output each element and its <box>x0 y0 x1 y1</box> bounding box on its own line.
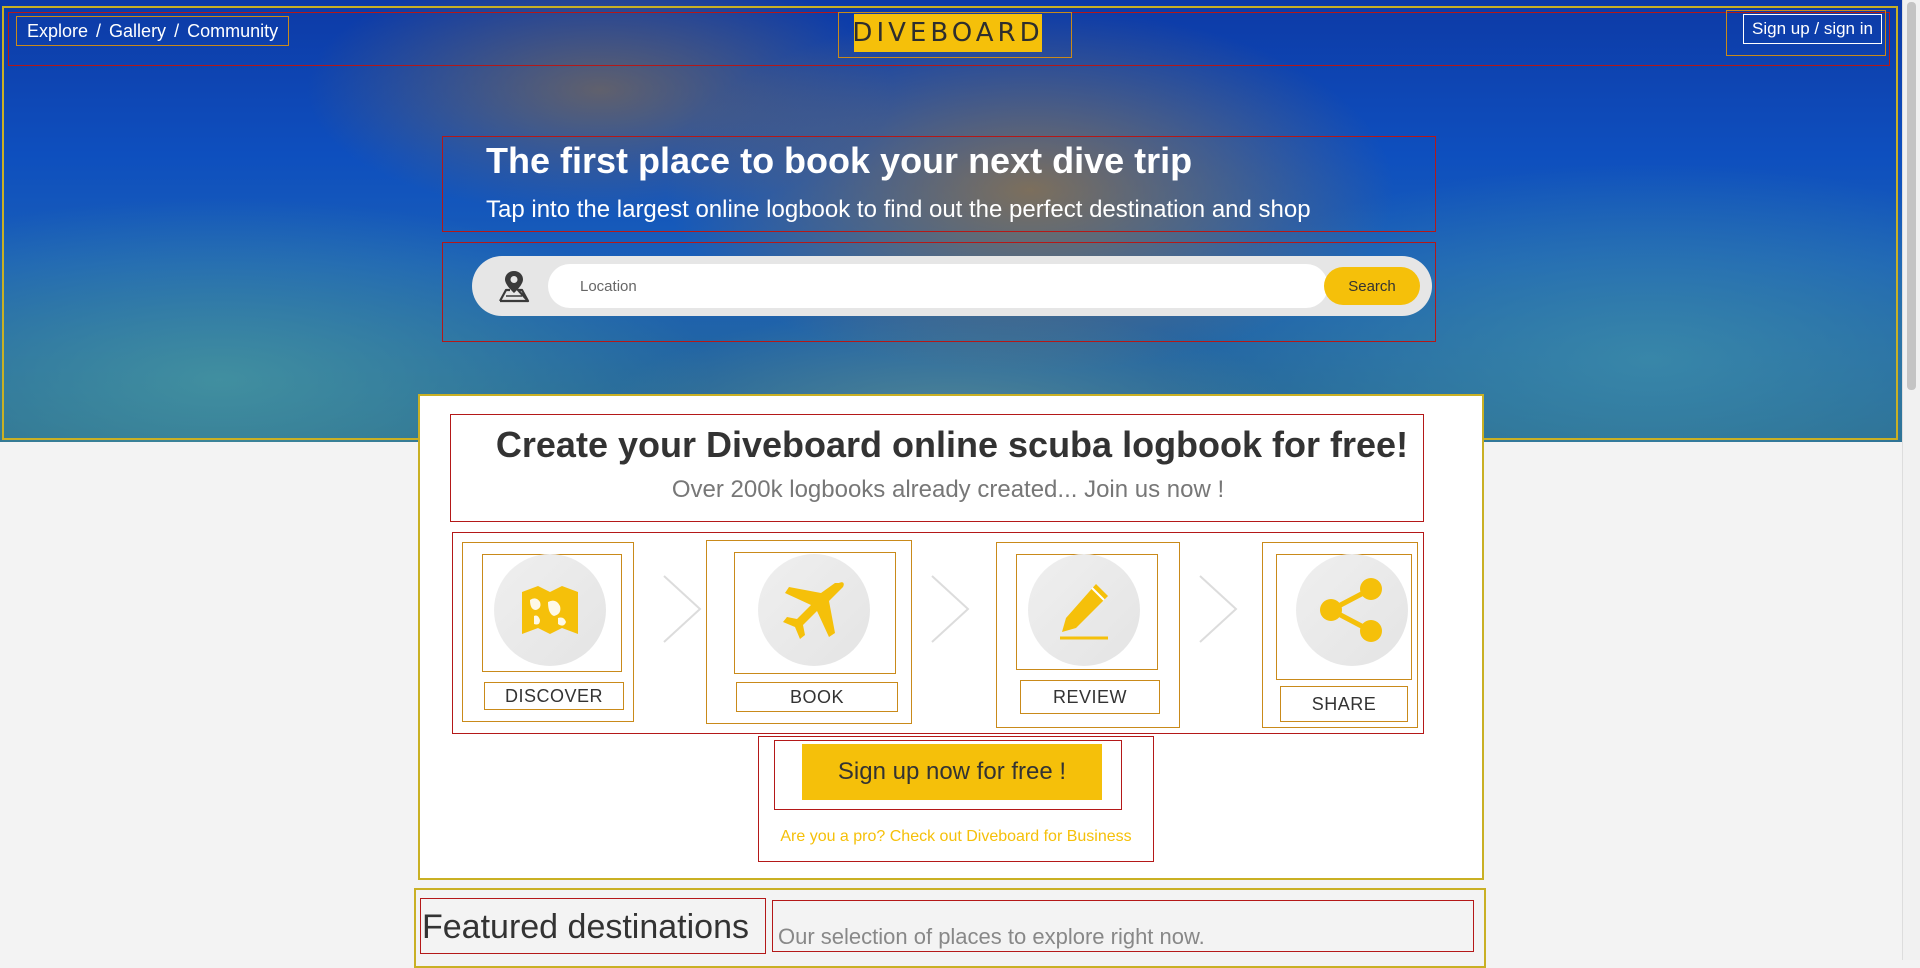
nav-explore-link[interactable]: Explore <box>27 21 88 42</box>
nav-separator: / <box>174 20 180 41</box>
hero-title: The first place to book your next dive t… <box>486 140 1193 181</box>
share-icon <box>1320 578 1382 642</box>
hero-subtitle: Tap into the largest online logbook to f… <box>486 196 1311 223</box>
signin-container: Sign up / sign in <box>1726 10 1886 56</box>
hero-banner: Explore / Gallery / Community DIVEBOARD … <box>0 0 1902 442</box>
step-book-label[interactable]: BOOK <box>736 682 898 712</box>
nav-separator: / <box>96 20 102 41</box>
search-bar: Search <box>472 256 1432 316</box>
step-share-circle <box>1296 554 1408 666</box>
step-share-label[interactable]: SHARE <box>1280 686 1408 722</box>
location-search-input[interactable] <box>548 264 1328 308</box>
signin-button[interactable]: Sign up / sign in <box>1743 14 1882 44</box>
map-icon <box>522 586 578 634</box>
map-pin-icon <box>499 271 530 303</box>
chevron-right-icon <box>931 575 970 643</box>
chevron-right-icon <box>1199 575 1238 643</box>
step-review-circle <box>1028 554 1140 666</box>
business-link[interactable]: Are you a pro? Check out Diveboard for B… <box>758 828 1154 846</box>
nav-links: Explore / Gallery / Community <box>16 16 290 46</box>
step-discover-circle <box>494 554 606 666</box>
step-book-circle <box>758 554 870 666</box>
airplane-icon <box>783 582 844 639</box>
pencil-icon <box>1060 584 1108 640</box>
nav-community-link[interactable]: Community <box>187 21 278 42</box>
signup-title: Create your Diveboard online scuba logbo… <box>495 424 1409 465</box>
search-button[interactable]: Search <box>1324 267 1420 305</box>
page-scrollbar[interactable] <box>1902 0 1920 960</box>
diveboard-logo[interactable]: DIVEBOARD <box>852 14 1042 52</box>
step-review-label[interactable]: REVIEW <box>1020 680 1160 714</box>
signup-free-button[interactable]: Sign up now for free ! <box>802 744 1102 800</box>
step-discover-label[interactable]: DISCOVER <box>484 682 624 710</box>
featured-title: Featured destinations <box>422 908 749 946</box>
signup-subtitle: Over 200k logbooks already created... Jo… <box>671 476 1225 503</box>
nav-gallery-link[interactable]: Gallery <box>109 21 166 42</box>
featured-subtitle: Our selection of places to explore right… <box>778 924 1205 949</box>
scrollbar-thumb[interactable] <box>1907 2 1916 390</box>
logo-container: DIVEBOARD <box>838 12 1072 58</box>
chevron-right-icon <box>663 575 702 643</box>
